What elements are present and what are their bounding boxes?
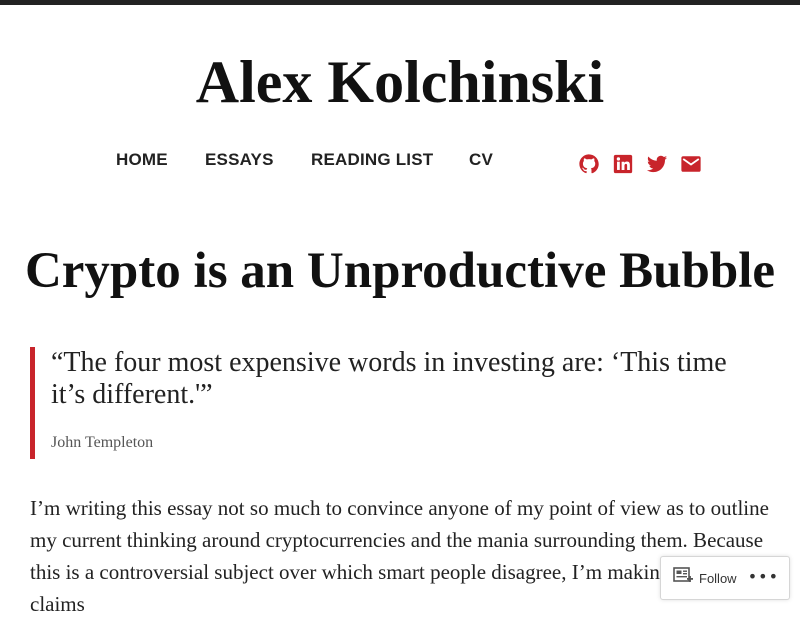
linkedin-icon[interactable] (612, 153, 634, 175)
blockquote: “The four most expensive words in invest… (30, 347, 760, 459)
site-title[interactable]: Alex Kolchinski (0, 48, 800, 116)
follow-label: Follow (699, 570, 737, 586)
quote-accent-bar (30, 347, 35, 459)
nav-item-reading-list[interactable]: READING LIST (311, 150, 433, 170)
follow-button[interactable]: Follow (673, 563, 737, 593)
mail-icon[interactable] (680, 153, 702, 175)
post-title: Crypto is an Unproductive Bubble (24, 243, 776, 299)
more-options-icon[interactable]: ••• (748, 567, 779, 586)
follow-widget: Follow ••• (660, 556, 790, 600)
follow-reader-icon (673, 566, 693, 590)
github-icon[interactable] (578, 153, 600, 175)
twitter-icon[interactable] (646, 153, 668, 175)
top-border (0, 0, 800, 5)
nav-item-home[interactable]: HOME (116, 150, 168, 170)
quote-citation: John Templeton (51, 434, 154, 451)
nav-item-essays[interactable]: ESSAYS (205, 150, 274, 170)
nav-item-cv[interactable]: CV (469, 150, 493, 170)
quote-text: “The four most expensive words in invest… (51, 347, 727, 410)
